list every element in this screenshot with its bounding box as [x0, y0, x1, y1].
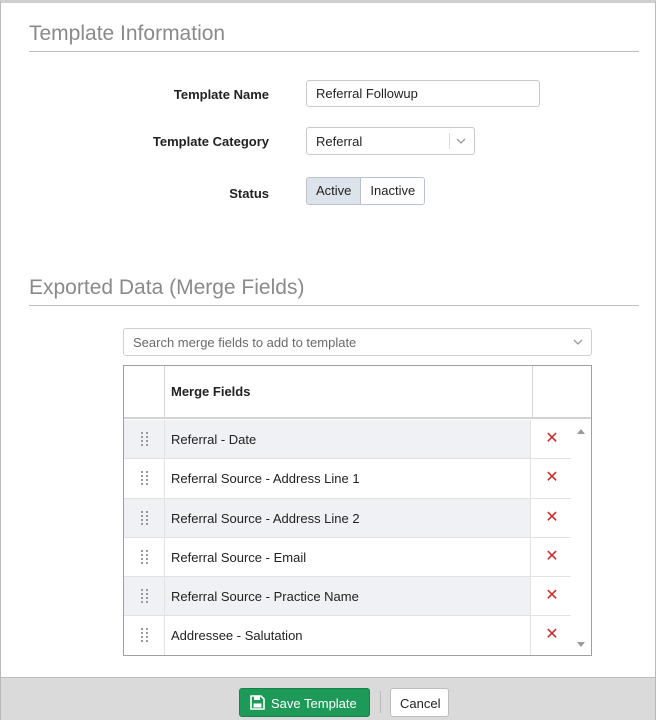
remove-cell: ✕ [531, 459, 571, 498]
chevron-down-icon [456, 138, 466, 144]
drag-handle-icon[interactable] [141, 589, 148, 604]
table-row: Addressee - Salutation ✕ [124, 616, 571, 655]
remove-cell: ✕ [531, 420, 571, 459]
template-category-label: Template Category [152, 134, 269, 149]
merge-field-cell: Referral Source - Email [165, 537, 531, 577]
scroll-up-arrow-icon[interactable] [577, 429, 585, 434]
drag-cell [124, 537, 165, 577]
section-title-merge-fields: Exported Data (Merge Fields) [29, 276, 305, 299]
drag-cell [124, 420, 165, 459]
merge-field-label: Referral Source - Email [171, 549, 307, 565]
status-inactive-button[interactable]: Inactive [361, 178, 425, 204]
table-row: Referral Source - Address Line 1 ✕ [124, 459, 571, 499]
drag-handle-icon[interactable] [141, 432, 148, 446]
save-template-label: Save Template [271, 696, 357, 711]
drag-column-header [124, 366, 165, 419]
select-separator [449, 133, 450, 149]
merge-field-label: Referral Source - Practice Name [171, 589, 359, 605]
status-label: Status [229, 186, 269, 201]
save-template-button[interactable]: Save Template [239, 688, 370, 717]
table-row: Referral - Date ✕ [124, 420, 571, 460]
merge-field-search-select[interactable]: Search merge fields to add to template [123, 328, 592, 356]
floppy-disk-icon [250, 695, 265, 710]
table-row: Referral Source - Practice Name ✕ [124, 577, 571, 617]
remove-field-button[interactable]: ✕ [544, 548, 560, 566]
drag-cell [124, 616, 165, 655]
dialog-footer: Save Template Cancel [1, 677, 655, 720]
remove-cell: ✕ [531, 498, 571, 537]
chevron-down-icon [573, 339, 583, 345]
merge-field-label: Referral Source - Address Line 1 [171, 471, 360, 487]
drag-handle-icon[interactable] [141, 549, 148, 564]
footer-separator [380, 691, 381, 713]
grid-scrollbar[interactable] [571, 420, 591, 655]
status-active-button[interactable]: Active [307, 178, 362, 204]
merge-field-label: Addressee - Salutation [171, 628, 303, 644]
status-toggle-group: Active Inactive [306, 177, 426, 205]
table-row: Referral Source - Email ✕ [124, 537, 571, 578]
merge-fields-grid: Merge Fields Referral - Date ✕ Referral … [123, 365, 592, 656]
merge-field-cell: Referral Source - Address Line 2 [165, 498, 531, 537]
grid-rows: Referral - Date ✕ Referral Source - Addr… [124, 420, 571, 655]
template-name-label: Template Name [173, 87, 269, 102]
drag-cell [124, 577, 165, 616]
section-divider [29, 305, 639, 306]
drag-handle-icon[interactable] [141, 628, 148, 643]
merge-field-label: Referral - Date [171, 432, 257, 447]
merge-fields-header-label: Merge Fields [171, 384, 251, 399]
template-category-select[interactable]: Referral [306, 127, 475, 155]
template-category-value: Referral [316, 134, 363, 149]
table-row: Referral Source - Address Line 2 ✕ [124, 498, 571, 538]
drag-cell [124, 498, 165, 537]
remove-field-button[interactable]: ✕ [544, 430, 560, 448]
section-title-template-info: Template Information [29, 22, 226, 45]
remove-field-button[interactable]: ✕ [544, 626, 560, 644]
merge-fields-column-header: Merge Fields [165, 366, 533, 419]
remove-cell: ✕ [531, 537, 571, 577]
template-name-input[interactable] [306, 80, 540, 107]
remove-cell: ✕ [531, 616, 571, 655]
cancel-button[interactable]: Cancel [390, 688, 449, 717]
drag-handle-icon[interactable] [141, 471, 148, 486]
merge-field-cell: Referral Source - Practice Name [165, 577, 531, 616]
cancel-label: Cancel [400, 696, 441, 711]
remove-field-button[interactable]: ✕ [544, 587, 560, 605]
merge-field-search-placeholder: Search merge fields to add to template [133, 335, 357, 350]
grid-header: Merge Fields [124, 366, 591, 419]
drag-cell [124, 459, 165, 498]
remove-field-button[interactable]: ✕ [544, 509, 560, 527]
drag-handle-icon[interactable] [141, 510, 148, 525]
remove-field-button[interactable]: ✕ [544, 469, 560, 487]
merge-field-cell: Addressee - Salutation [165, 616, 531, 655]
template-editor-window: Template Information Template Name Templ… [0, 0, 656, 720]
remove-cell: ✕ [531, 577, 571, 616]
merge-field-label: Referral Source - Address Line 2 [171, 510, 360, 526]
scroll-down-arrow-icon[interactable] [577, 642, 585, 647]
merge-field-cell: Referral Source - Address Line 1 [165, 459, 531, 498]
section-divider [29, 51, 639, 52]
merge-field-cell: Referral - Date [165, 420, 531, 459]
